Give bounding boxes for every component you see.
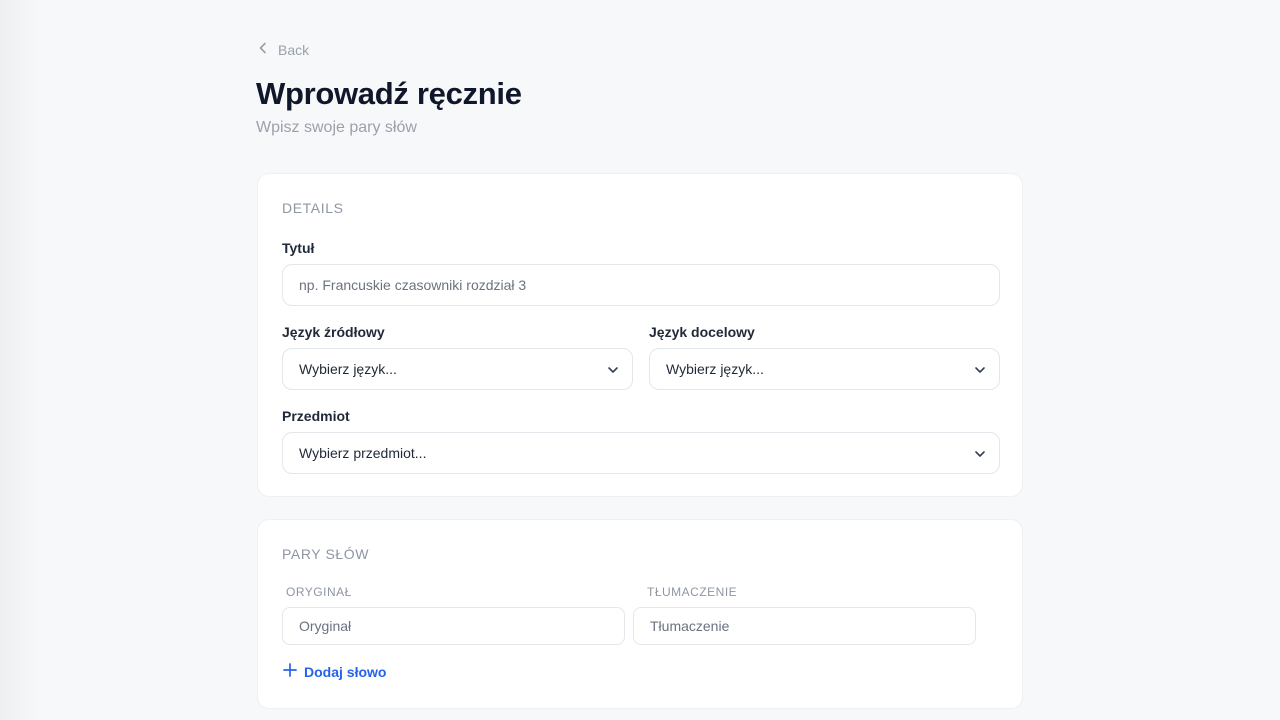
plus-icon	[282, 662, 298, 681]
translation-column-header: TŁUMACZENIE	[647, 585, 738, 599]
original-input[interactable]: Oryginał	[282, 607, 625, 645]
word-pairs-card: PARY SŁÓW ORYGINAŁ TŁUMACZENIE Oryginał …	[257, 519, 1023, 709]
page-edge-shadow	[0, 0, 40, 720]
title-input-placeholder: np. Francuskie czasowniki rozdział 3	[299, 277, 527, 293]
target-language-label: Język docelowy	[649, 324, 755, 340]
details-card: DETAILS Tytuł np. Francuskie czasowniki …	[257, 173, 1023, 497]
page-subtitle: Wpisz swoje pary słów	[256, 119, 417, 136]
back-link[interactable]: Back	[256, 41, 309, 58]
title-input[interactable]: np. Francuskie czasowniki rozdział 3	[282, 264, 1000, 306]
page-title: Wprowadź ręcznie	[256, 76, 522, 111]
source-language-label: Język źródłowy	[282, 324, 385, 340]
translation-input-placeholder: Tłumaczenie	[650, 618, 730, 634]
target-language-value: Wybierz język...	[666, 361, 764, 377]
chevron-down-icon	[973, 447, 987, 461]
chevron-left-icon	[256, 41, 270, 58]
chevron-down-icon	[606, 363, 620, 377]
subject-select[interactable]: Wybierz przedmiot...	[282, 432, 1000, 474]
subject-value: Wybierz przedmiot...	[299, 445, 427, 461]
add-word-button[interactable]: Dodaj słowo	[282, 662, 386, 681]
details-section-label: DETAILS	[282, 200, 344, 216]
word-pairs-section-label: PARY SŁÓW	[282, 546, 370, 562]
source-language-select[interactable]: Wybierz język...	[282, 348, 633, 390]
original-column-header: ORYGINAŁ	[286, 585, 352, 599]
add-word-label: Dodaj słowo	[304, 663, 387, 680]
source-language-value: Wybierz język...	[299, 361, 397, 377]
back-label: Back	[278, 41, 310, 58]
translation-input[interactable]: Tłumaczenie	[633, 607, 976, 645]
chevron-down-icon	[973, 363, 987, 377]
original-input-placeholder: Oryginał	[299, 618, 352, 634]
title-field-label: Tytuł	[282, 240, 315, 256]
subject-label: Przedmiot	[282, 408, 350, 424]
target-language-select[interactable]: Wybierz język...	[649, 348, 1000, 390]
